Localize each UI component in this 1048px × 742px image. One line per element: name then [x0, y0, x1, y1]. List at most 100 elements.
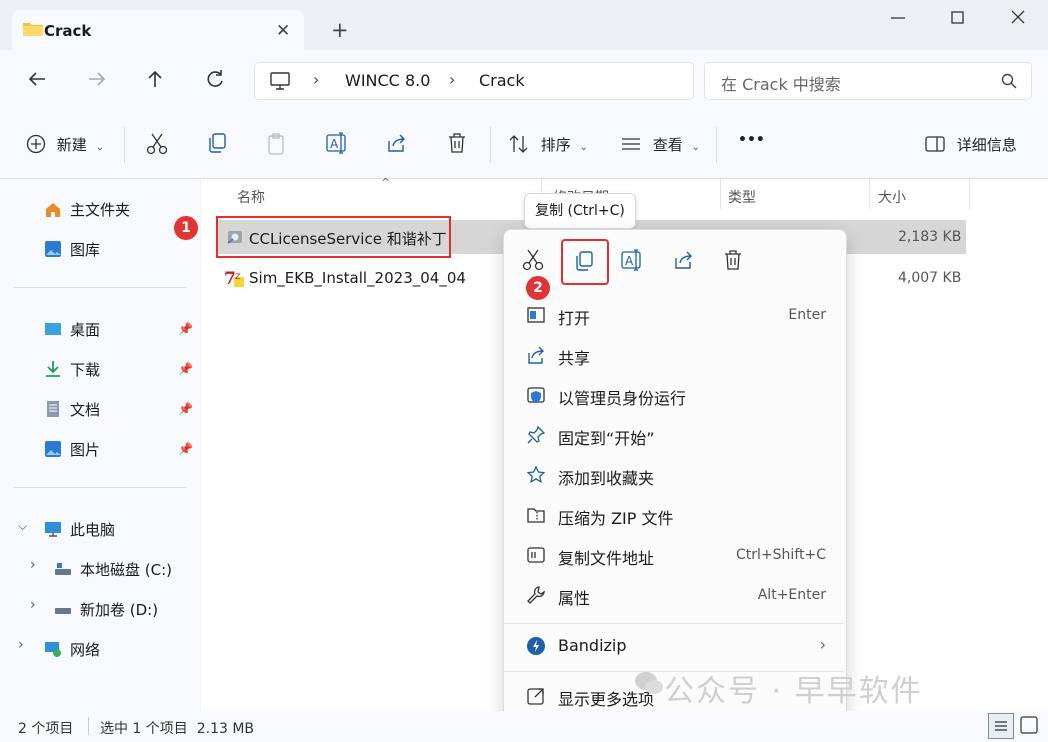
- pin-icon[interactable]: 📌: [178, 322, 193, 336]
- menu-item-copy-path[interactable]: 复制文件地址 Ctrl+Shift+C: [522, 535, 830, 575]
- sidebar-item-label: 图片: [70, 441, 101, 459]
- sidebar-item-desktop[interactable]: 桌面: [44, 319, 100, 340]
- menu-item-properties[interactable]: 属性 Alt+Enter: [522, 575, 830, 615]
- sort-label: 排序: [540, 136, 571, 154]
- back-arrow-icon[interactable]: [26, 68, 48, 95]
- search-box[interactable]: 在 Crack 中搜索: [704, 62, 1032, 100]
- chevron-down-icon[interactable]: ⌵: [18, 519, 27, 534]
- computer-icon: [44, 520, 62, 538]
- menu-item-share[interactable]: 共享: [522, 335, 830, 375]
- chevron-down-icon: ⌄: [95, 142, 104, 153]
- menu-item-pin-to-start[interactable]: 固定到“开始”: [522, 415, 830, 455]
- new-label: 新建: [56, 136, 87, 154]
- breadcrumb-crack[interactable]: Crack: [479, 71, 525, 90]
- svg-text:z: z: [235, 271, 240, 282]
- menu-item-run-as-admin[interactable]: 以管理员身份运行: [522, 375, 830, 415]
- share-icon[interactable]: [673, 249, 695, 275]
- details-view-icon[interactable]: [988, 713, 1014, 739]
- pin-icon[interactable]: 📌: [178, 402, 193, 416]
- document-icon: [44, 400, 62, 418]
- file-size: 4,007 KB: [898, 270, 962, 286]
- search-icon[interactable]: [1001, 73, 1017, 93]
- share-icon[interactable]: [386, 132, 408, 154]
- menu-item-compress-zip[interactable]: 压缩为 ZIP 文件: [522, 495, 830, 535]
- column-header-size[interactable]: 大小: [878, 187, 906, 207]
- sidebar-item-network[interactable]: 网络: [44, 639, 100, 660]
- sidebar-item-label: 下载: [70, 361, 101, 379]
- wrench-icon: [527, 586, 545, 604]
- copy-button[interactable]: [561, 239, 609, 285]
- breadcrumb-chevron-icon: ›: [313, 70, 320, 89]
- up-arrow-icon[interactable]: [144, 68, 166, 95]
- sidebar-item-label: 网络: [70, 641, 101, 659]
- sidebar-item-label: 本地磁盘 (C:): [80, 561, 172, 579]
- sidebar-item-home[interactable]: 主文件夹: [44, 199, 130, 220]
- chevron-right-icon[interactable]: ›: [30, 597, 36, 613]
- minimize-button[interactable]: [888, 6, 908, 31]
- copy-tooltip: 复制 (Ctrl+C): [524, 193, 636, 229]
- address-bar[interactable]: › WINCC 8.0 › Crack: [254, 62, 694, 100]
- more-button[interactable]: •••: [738, 132, 765, 148]
- home-icon: [44, 200, 62, 218]
- close-window-button[interactable]: [1008, 6, 1028, 31]
- column-divider[interactable]: [969, 179, 970, 209]
- delete-icon[interactable]: [722, 249, 744, 275]
- chevron-right-icon[interactable]: ›: [18, 637, 24, 653]
- search-input[interactable]: 在 Crack 中搜索: [721, 71, 841, 95]
- chevron-right-icon[interactable]: ›: [30, 557, 36, 573]
- toolbar-divider: [124, 127, 125, 163]
- shield-icon: [527, 387, 545, 403]
- sidebar-item-label: 文档: [70, 401, 101, 419]
- sort-button[interactable]: 排序 ⌄: [508, 134, 588, 155]
- toolbar-divider: [490, 127, 491, 163]
- folder-icon: [22, 21, 44, 37]
- column-divider[interactable]: [869, 179, 870, 209]
- copy-icon[interactable]: [206, 132, 228, 154]
- breadcrumb-wincc[interactable]: WINCC 8.0: [345, 71, 430, 90]
- sidebar-item-pictures[interactable]: 图片: [44, 439, 100, 460]
- details-pane-button[interactable]: 详细信息: [924, 134, 1017, 155]
- close-tab-button[interactable]: ✕: [276, 21, 290, 41]
- sidebar-item-documents[interactable]: 文档: [44, 399, 100, 420]
- sidebar-item-this-pc[interactable]: 此电脑: [44, 519, 115, 540]
- cut-icon[interactable]: [146, 132, 168, 156]
- chevron-down-icon: ⌄: [691, 142, 700, 153]
- add-tab-button[interactable]: +: [331, 18, 349, 42]
- breadcrumb-chevron-icon: ›: [449, 70, 456, 89]
- menu-item-bandizip[interactable]: Bandizip ›: [522, 626, 830, 666]
- sidebar-item-downloads[interactable]: 下载: [44, 359, 100, 380]
- sidebar-item-drive-c[interactable]: 本地磁盘 (C:): [54, 559, 172, 580]
- open-icon: [527, 307, 545, 323]
- navigation-pane: 主文件夹 图库 桌面 📌 下载 📌 文档 📌 图片 📌 ⌵ 此电脑 › 本地磁盘…: [0, 179, 200, 711]
- column-header-name[interactable]: 名称: [237, 187, 265, 207]
- pin-icon[interactable]: 📌: [178, 362, 193, 376]
- pin-icon[interactable]: 📌: [178, 442, 193, 456]
- computer-icon: [269, 71, 291, 95]
- rename-icon[interactable]: A: [326, 132, 350, 154]
- pictures-icon: [44, 440, 62, 458]
- new-button[interactable]: 新建 ⌄: [26, 134, 104, 155]
- zip-icon: [527, 508, 545, 523]
- maximize-button[interactable]: [948, 6, 968, 31]
- desktop-icon: [44, 320, 62, 338]
- title-bar: Crack ✕ +: [0, 0, 1048, 51]
- column-divider[interactable]: [720, 179, 721, 209]
- view-button[interactable]: 查看 ⌄: [620, 134, 700, 155]
- highlight-box: [216, 216, 451, 258]
- delete-icon[interactable]: [446, 132, 468, 154]
- sidebar-item-gallery[interactable]: 图库: [44, 239, 100, 260]
- more-options-icon: [527, 688, 544, 705]
- cut-icon[interactable]: [522, 248, 544, 276]
- menu-item-add-to-favorites[interactable]: 添加到收藏夹: [522, 455, 830, 495]
- sidebar-item-drive-d[interactable]: 新加卷 (D:): [54, 599, 158, 620]
- paste-icon: [266, 132, 288, 156]
- thumbnail-view-icon[interactable]: [1018, 714, 1040, 740]
- refresh-icon[interactable]: [204, 68, 226, 95]
- rename-icon[interactable]: A: [621, 249, 645, 275]
- column-header-type[interactable]: 类型: [728, 187, 756, 207]
- forward-arrow-icon[interactable]: [86, 68, 108, 95]
- watermark-text: 公众号 · 早早软件: [664, 674, 923, 709]
- sidebar-item-label: 新加卷 (D:): [80, 601, 159, 619]
- file-name: Sim_EKB_Install_2023_04_04: [249, 269, 466, 287]
- menu-item-open[interactable]: 打开 Enter: [522, 295, 830, 335]
